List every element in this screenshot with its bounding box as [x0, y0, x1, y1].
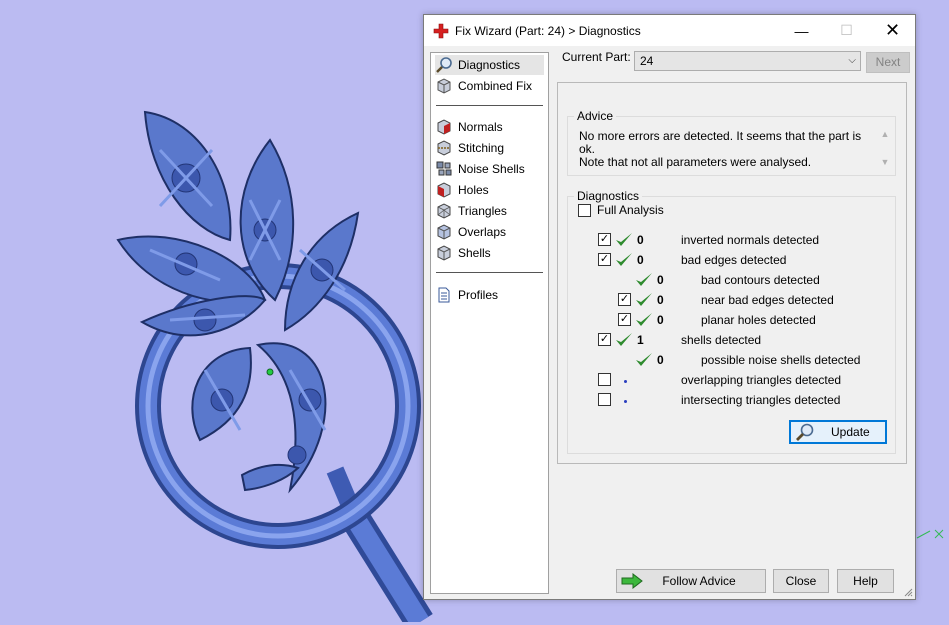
green-check-icon	[616, 233, 632, 246]
update-label: Update	[831, 425, 870, 439]
nav-item-holes[interactable]: Holes	[435, 180, 544, 200]
nav-item-label: Shells	[458, 246, 491, 260]
advice-text: No more errors are detected. It seems th…	[579, 130, 869, 169]
triangles-cube-icon	[437, 203, 451, 219]
fix-wizard-dialog: Fix Wizard (Part: 24) > Diagnostics — ☐ …	[423, 14, 916, 600]
advice-line: No more errors are detected. It seems th…	[579, 129, 862, 156]
diagnostic-checkbox[interactable]	[598, 373, 611, 386]
diagnostic-label: overlapping triangles detected	[681, 373, 842, 387]
stitching-cube-icon	[437, 140, 451, 156]
next-button[interactable]: Next	[866, 52, 910, 73]
nav-item-label: Stitching	[458, 141, 505, 155]
nav-item-label: Noise Shells	[458, 162, 525, 176]
pending-dot-icon	[624, 400, 627, 403]
shells-cube-icon	[437, 245, 451, 261]
nav-divider	[436, 272, 543, 273]
nav-item-label: Diagnostics	[458, 58, 521, 72]
chevron-down-icon: ⌵	[848, 55, 856, 66]
current-part-select[interactable]: 24 ⌵	[634, 51, 861, 71]
scroll-down-icon[interactable]: ▼	[878, 155, 892, 169]
diagnostic-count: 0	[657, 313, 664, 327]
green-check-icon	[636, 353, 652, 366]
close-button[interactable]: Close	[773, 569, 829, 593]
green-check-icon	[636, 293, 652, 306]
nav-item-triangles[interactable]: Triangles	[435, 201, 544, 221]
noise-shells-icon	[436, 161, 452, 176]
diagnostic-label: near bad edges detected	[701, 293, 834, 307]
diagnostic-count: 0	[657, 273, 664, 287]
nav-item-label: Triangles	[458, 204, 507, 218]
pending-dot-icon	[624, 380, 627, 383]
diagnostic-checkbox[interactable]	[598, 393, 611, 406]
window-title: Fix Wizard (Part: 24) > Diagnostics	[455, 23, 641, 38]
nav-item-combined-fix[interactable]: Combined Fix	[435, 76, 544, 96]
green-check-icon	[636, 313, 652, 326]
nav-item-label: Overlaps	[458, 225, 507, 239]
diagnostic-checkbox[interactable]: ✓	[598, 333, 611, 346]
diagnostic-checkbox[interactable]: ✓	[618, 293, 631, 306]
resize-grip-icon[interactable]	[903, 587, 913, 597]
nav-item-label: Holes	[458, 183, 489, 197]
green-check-icon	[616, 333, 632, 346]
advice-scrollbar[interactable]: ▲ ▼	[878, 127, 892, 169]
full-analysis-checkbox[interactable]	[578, 204, 591, 217]
close-window-button[interactable]: ✕	[870, 15, 915, 46]
normals-cube-icon	[437, 119, 451, 135]
document-icon	[438, 287, 450, 303]
update-button[interactable]: Update	[789, 420, 887, 444]
help-button[interactable]: Help	[837, 569, 894, 593]
nav-item-normals[interactable]: Normals	[435, 117, 544, 137]
advice-group: Advice No more errors are detected. It s…	[567, 109, 896, 176]
title-bar[interactable]: Fix Wizard (Part: 24) > Diagnostics — ☐ …	[424, 15, 915, 46]
diagnostic-checkbox[interactable]: ✓	[598, 233, 611, 246]
current-part-label: Current Part:	[562, 50, 631, 64]
magnifier-icon	[436, 57, 452, 73]
follow-advice-button[interactable]: Follow Advice	[616, 569, 766, 593]
diagnostic-count: 0	[637, 253, 644, 267]
diagnostic-label: inverted normals detected	[681, 233, 820, 247]
green-check-icon	[616, 253, 632, 266]
diagnostics-title: Diagnostics	[574, 189, 643, 203]
green-check-icon	[636, 273, 652, 286]
magnifier-icon	[796, 423, 814, 441]
nav-item-noise-shells[interactable]: Noise Shells	[435, 159, 544, 179]
diagnostic-label: shells detected	[681, 333, 762, 347]
wizard-nav: Diagnostics Combined Fix Normals Stitchi…	[430, 52, 549, 594]
nav-item-stitching[interactable]: Stitching	[435, 138, 544, 158]
diagnostic-checkbox[interactable]: ✓	[618, 313, 631, 326]
scroll-up-icon[interactable]: ▲	[878, 127, 892, 141]
diagnostic-label: intersecting triangles detected	[681, 393, 841, 407]
diagnostic-label: planar holes detected	[701, 313, 816, 327]
follow-advice-label: Follow Advice	[662, 574, 736, 588]
arrow-right-icon	[621, 573, 643, 589]
nav-item-diagnostics[interactable]: Diagnostics	[435, 55, 544, 75]
nav-divider	[436, 105, 543, 106]
diagnostic-count: 0	[657, 353, 664, 367]
nav-item-label: Combined Fix	[458, 79, 533, 93]
overlaps-cube-icon	[437, 224, 451, 240]
diagnostic-label: possible noise shells detected	[701, 353, 861, 367]
cube-icon	[437, 78, 451, 94]
diagnostic-count: 1	[637, 333, 644, 347]
diagnostic-count: 0	[637, 233, 644, 247]
nav-item-overlaps[interactable]: Overlaps	[435, 222, 544, 242]
maximize-button[interactable]: ☐	[824, 15, 869, 46]
full-analysis-label: Full Analysis	[597, 203, 664, 217]
diagnostic-label: bad edges detected	[681, 253, 787, 267]
red-cross-icon	[433, 23, 449, 38]
minimize-button[interactable]: —	[779, 15, 824, 46]
current-part-value: 24	[640, 54, 654, 68]
diagnostic-checkbox[interactable]: ✓	[598, 253, 611, 266]
advice-title: Advice	[574, 109, 617, 123]
nav-item-label: Normals	[458, 120, 503, 134]
holes-cube-icon	[437, 182, 451, 198]
nav-item-label: Profiles	[458, 288, 499, 302]
nav-item-profiles[interactable]: Profiles	[435, 285, 544, 305]
diagnostic-count: 0	[657, 293, 664, 307]
diagnostic-label: bad contours detected	[701, 273, 820, 287]
advice-line: Note that not all parameters were analys…	[579, 155, 812, 169]
nav-item-shells[interactable]: Shells	[435, 243, 544, 263]
